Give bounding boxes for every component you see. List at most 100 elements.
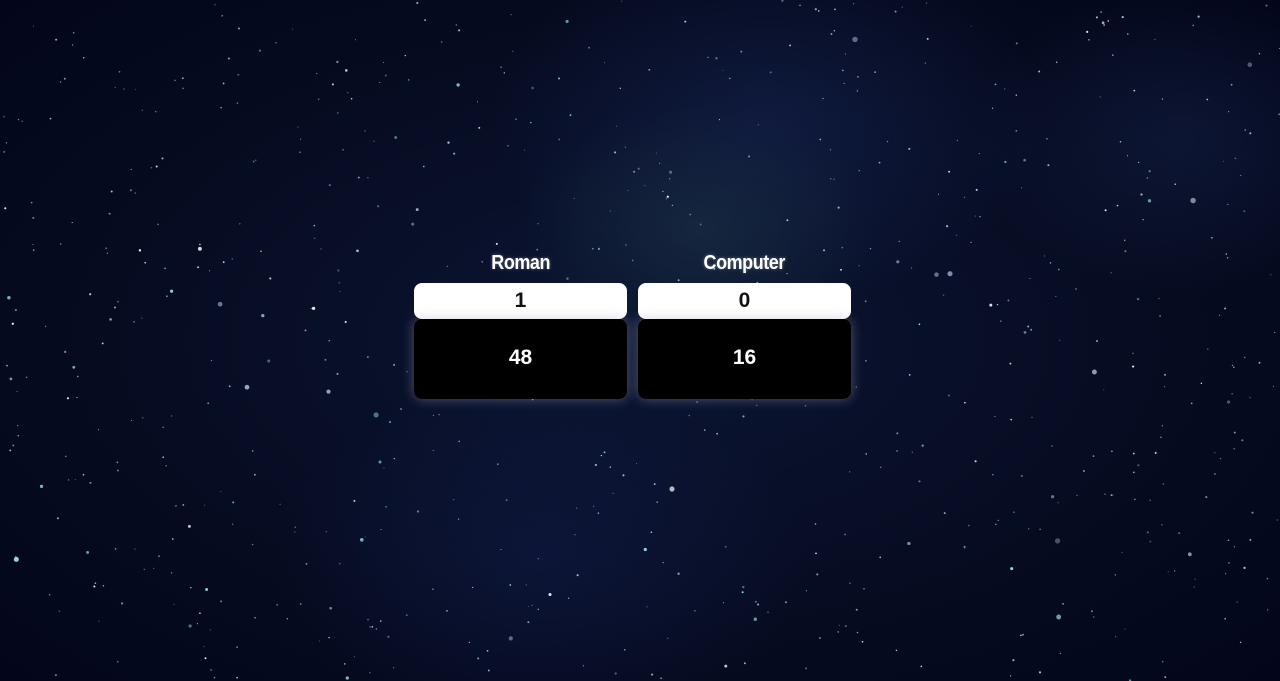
star — [896, 450, 898, 452]
star — [1227, 539, 1230, 541]
star — [222, 261, 225, 263]
star — [1114, 574, 1117, 576]
star — [12, 444, 15, 447]
star — [1044, 255, 1046, 257]
star — [861, 640, 864, 643]
star — [101, 342, 104, 345]
star — [655, 152, 658, 154]
star — [837, 206, 840, 209]
star — [371, 626, 374, 628]
star — [1243, 566, 1246, 570]
star — [573, 197, 575, 199]
star — [222, 82, 225, 85]
star — [1107, 20, 1109, 22]
star — [66, 397, 69, 400]
star — [1095, 16, 1098, 19]
star — [432, 450, 434, 452]
star — [1249, 132, 1252, 135]
star — [757, 124, 760, 126]
star — [755, 600, 757, 603]
star — [723, 602, 725, 604]
star — [72, 31, 75, 34]
star — [214, 4, 216, 6]
star — [377, 205, 380, 208]
star — [64, 350, 67, 353]
star — [582, 665, 585, 667]
star — [894, 10, 897, 13]
star — [1158, 297, 1160, 300]
star — [364, 536, 366, 538]
star — [369, 626, 371, 628]
star — [236, 646, 238, 648]
star — [117, 301, 119, 303]
star — [911, 267, 913, 269]
star — [276, 603, 279, 606]
star — [1230, 83, 1233, 86]
star — [594, 463, 597, 467]
star — [175, 505, 177, 507]
star — [818, 10, 820, 12]
star — [1057, 502, 1059, 504]
star — [15, 555, 17, 558]
star — [54, 674, 57, 677]
star — [1091, 369, 1097, 375]
star — [1247, 62, 1253, 67]
player-name: Computer — [703, 252, 786, 274]
star — [17, 434, 19, 437]
star — [232, 523, 234, 525]
star — [974, 460, 977, 463]
star — [1138, 161, 1140, 164]
star — [440, 41, 443, 43]
star — [1258, 361, 1261, 364]
star — [144, 261, 146, 264]
star — [320, 248, 322, 250]
star — [130, 419, 133, 421]
star — [699, 223, 702, 226]
star — [254, 616, 256, 619]
star — [1226, 257, 1229, 259]
star — [130, 168, 132, 171]
star — [785, 601, 787, 604]
star — [1233, 366, 1235, 368]
star — [117, 661, 119, 663]
star — [424, 19, 426, 21]
star — [116, 461, 119, 464]
star — [689, 213, 692, 216]
star — [947, 271, 953, 277]
star — [531, 86, 534, 90]
star — [72, 365, 76, 369]
star — [604, 62, 606, 64]
star — [173, 603, 175, 605]
star — [849, 582, 851, 584]
star — [1228, 562, 1230, 564]
star — [468, 641, 470, 643]
star — [405, 614, 408, 617]
star — [339, 562, 341, 565]
star — [432, 588, 434, 591]
star — [1110, 272, 1112, 274]
star — [1103, 24, 1105, 26]
star — [328, 184, 331, 187]
star — [716, 432, 718, 435]
star — [58, 610, 61, 612]
star — [415, 208, 419, 212]
star — [948, 170, 951, 173]
star — [1088, 39, 1090, 41]
star — [1007, 299, 1010, 302]
star — [258, 49, 261, 52]
star — [1162, 483, 1165, 485]
star — [344, 69, 348, 72]
star — [367, 618, 369, 621]
star — [999, 320, 1002, 323]
star — [833, 30, 836, 32]
star — [1004, 88, 1006, 90]
star — [129, 189, 132, 192]
star — [1272, 385, 1274, 387]
star — [943, 512, 946, 515]
star — [1148, 170, 1151, 173]
star — [328, 339, 331, 342]
star — [155, 165, 158, 168]
star — [1047, 164, 1050, 167]
star — [5, 142, 8, 144]
star — [1010, 418, 1013, 421]
